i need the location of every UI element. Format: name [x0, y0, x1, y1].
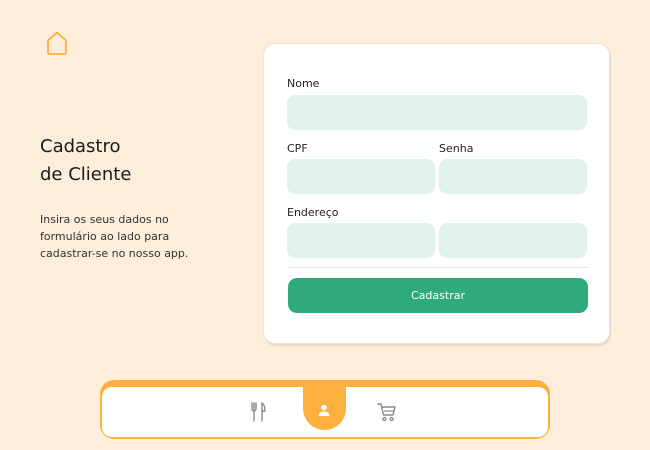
bottom-navigation	[100, 380, 550, 439]
page-title-line1: Cadastro	[40, 136, 121, 157]
bottom-nav-bar	[102, 387, 548, 437]
nome-input[interactable]	[287, 95, 587, 130]
nome-label: Nome	[287, 77, 320, 90]
cart-icon	[377, 403, 396, 422]
nav-item-menu[interactable]	[243, 397, 273, 427]
endereco-complement-input[interactable]	[439, 223, 587, 258]
endereco-label: Endereço	[287, 206, 339, 219]
page-description: Insira os seus dados no formulário ao la…	[40, 213, 189, 260]
cadastrar-button[interactable]: Cadastrar	[288, 278, 588, 313]
form-divider	[288, 267, 588, 268]
registration-form-card: Nome CPF Senha Endereço Cadastrar	[263, 43, 610, 344]
user-icon	[318, 404, 330, 416]
intro-section: Cadastro de Cliente Insira os seus dados…	[40, 133, 240, 262]
senha-label: Senha	[439, 142, 474, 155]
nav-item-profile[interactable]	[309, 395, 339, 425]
nav-item-cart[interactable]	[372, 397, 402, 427]
page-title: Cadastro de Cliente	[40, 133, 240, 189]
home-icon[interactable]	[45, 30, 69, 56]
cpf-label: CPF	[287, 142, 308, 155]
fork-knife-icon	[251, 402, 266, 422]
senha-input[interactable]	[439, 159, 587, 194]
endereco-input[interactable]	[287, 223, 435, 258]
page-title-line2: de Cliente	[40, 164, 132, 185]
cpf-input[interactable]	[287, 159, 435, 194]
